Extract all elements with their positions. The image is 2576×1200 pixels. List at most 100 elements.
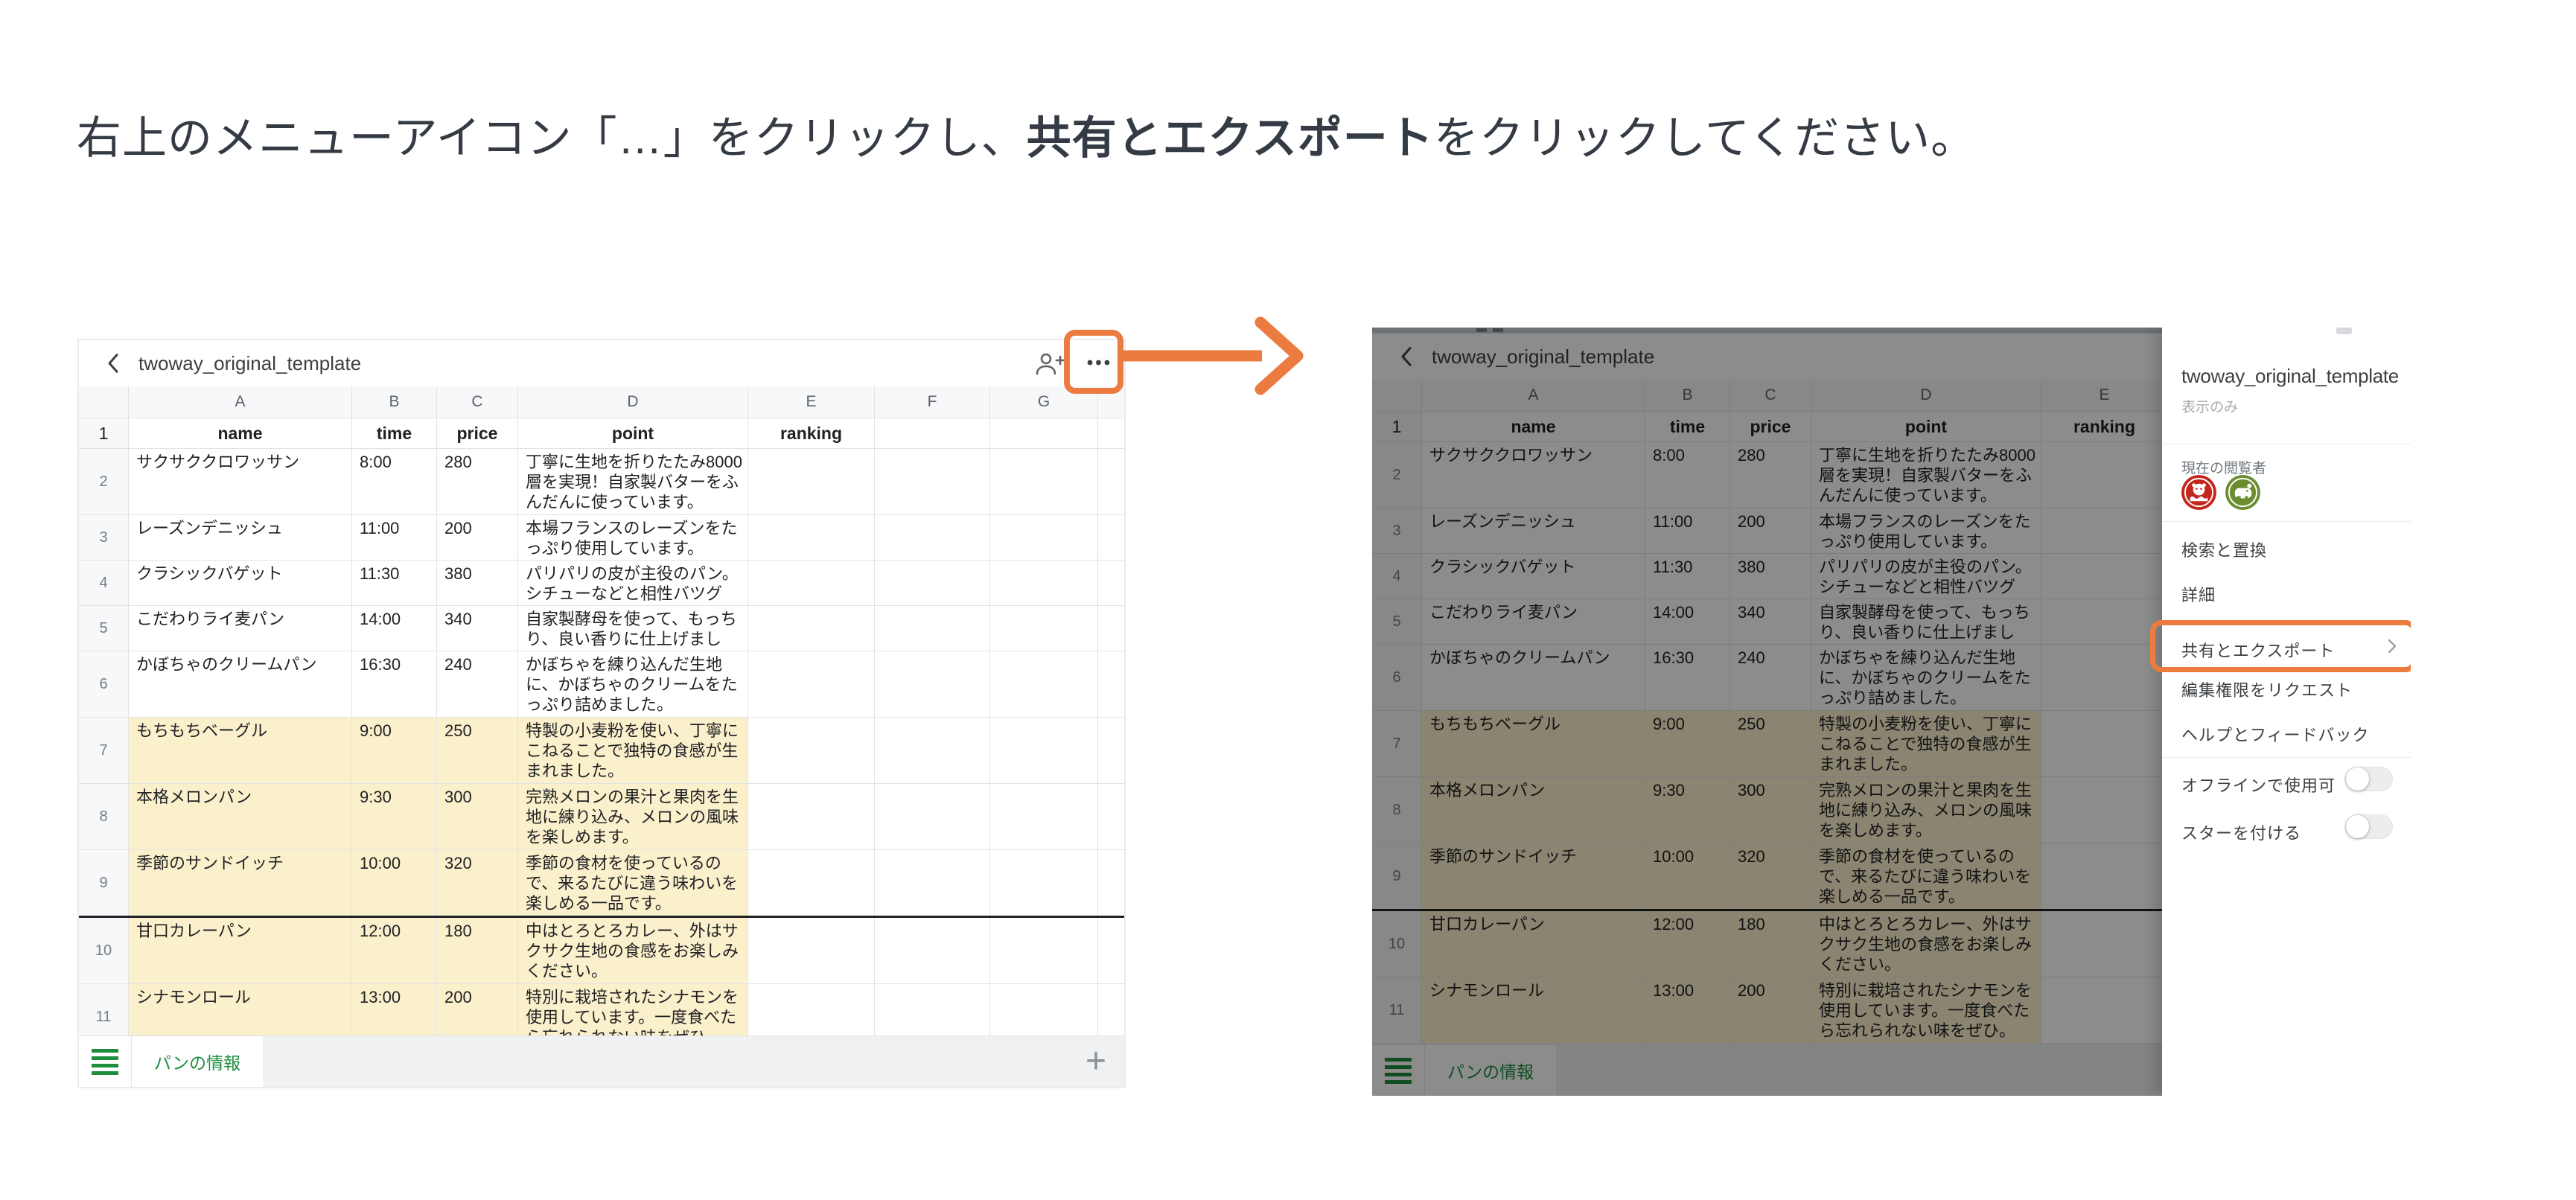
row-number[interactable]: 6 xyxy=(79,651,129,717)
cell-point[interactable]: 季節の食材を使っているので、来るたびに違う味わいを楽しめる一品です。 xyxy=(518,850,748,916)
menu-item-find-replace[interactable]: 検索と置換 xyxy=(2181,537,2267,561)
row-number[interactable]: 7 xyxy=(79,718,129,783)
cell-price[interactable]: 300 xyxy=(437,784,518,849)
menu-item-share-export[interactable]: 共有とエクスポート xyxy=(2181,638,2335,662)
cell[interactable] xyxy=(875,449,990,514)
row-number[interactable]: 3 xyxy=(79,515,129,560)
cell-point[interactable]: 本場フランスのレーズンをたっぷり使用しています。 xyxy=(518,515,748,560)
cell-point[interactable]: 丁寧に生地を折りたたみ8000層を実現！自家製バターをふんだんに使っています。 xyxy=(518,449,748,514)
back-button[interactable] xyxy=(98,348,128,378)
column-header-E[interactable]: E xyxy=(748,386,875,418)
field-header-cell[interactable]: name xyxy=(129,418,352,448)
cell-ranking[interactable] xyxy=(748,918,875,983)
cell-price[interactable]: 340 xyxy=(437,606,518,651)
field-header-cell[interactable]: point xyxy=(518,418,748,448)
cell-name[interactable]: もちもちベーグル xyxy=(129,718,352,783)
cell-price[interactable]: 180 xyxy=(437,918,518,983)
cell[interactable] xyxy=(875,418,990,448)
cell-time[interactable]: 9:00 xyxy=(352,718,437,783)
field-header-cell[interactable]: ranking xyxy=(748,418,875,448)
cell[interactable] xyxy=(875,850,990,916)
field-header-cell[interactable]: time xyxy=(352,418,437,448)
cell-name[interactable]: 甘口カレーパン xyxy=(129,918,352,983)
cell[interactable] xyxy=(990,718,1098,783)
column-header-F[interactable]: F xyxy=(875,386,990,418)
cell-point[interactable]: 中はとろとろカレー、外はサクサク生地の食感をお楽しみください。 xyxy=(518,918,748,983)
cell[interactable] xyxy=(990,918,1098,983)
cell[interactable] xyxy=(990,449,1098,514)
cell[interactable] xyxy=(990,515,1098,560)
offline-toggle[interactable] xyxy=(2345,767,2393,791)
menu-item-details[interactable]: 詳細 xyxy=(2181,582,2216,606)
cell-price[interactable]: 240 xyxy=(437,651,518,717)
add-sheet-button[interactable]: + xyxy=(1085,1044,1106,1079)
cell[interactable] xyxy=(990,418,1098,448)
cell-ranking[interactable] xyxy=(748,449,875,514)
cell-point[interactable]: 完熟メロンの果汁と果肉を生地に練り込み、メロンの風味を楽しめます。 xyxy=(518,784,748,849)
cell-name[interactable]: サクサククロワッサン xyxy=(129,449,352,514)
cell[interactable] xyxy=(875,561,990,605)
column-header-D[interactable]: D xyxy=(518,386,748,418)
cell-time[interactable]: 14:00 xyxy=(352,606,437,651)
cell[interactable] xyxy=(875,651,990,717)
cell[interactable] xyxy=(875,606,990,651)
cell-point[interactable]: パリパリの皮が主役のパン。シチューなどと相性バツグン。 xyxy=(518,561,748,605)
cell-time[interactable]: 11:00 xyxy=(352,515,437,560)
cell[interactable] xyxy=(875,918,990,983)
cell-ranking[interactable] xyxy=(748,718,875,783)
row-number[interactable]: 1 xyxy=(79,418,129,448)
cell-ranking[interactable] xyxy=(748,651,875,717)
cell-time[interactable]: 9:30 xyxy=(352,784,437,849)
cell-time[interactable]: 16:30 xyxy=(352,651,437,717)
cell-time[interactable]: 12:00 xyxy=(352,918,437,983)
sheets-menu-button[interactable] xyxy=(79,1036,132,1087)
cell-name[interactable]: かぼちゃのクリームパン xyxy=(129,651,352,717)
cell-price[interactable]: 380 xyxy=(437,561,518,605)
row-number[interactable]: 8 xyxy=(79,784,129,849)
cell-time[interactable]: 11:30 xyxy=(352,561,437,605)
cell-ranking[interactable] xyxy=(748,561,875,605)
arrow-right-annotation xyxy=(1120,316,1304,395)
cell[interactable] xyxy=(990,850,1098,916)
cell-ranking[interactable] xyxy=(748,784,875,849)
cell-price[interactable]: 280 xyxy=(437,449,518,514)
cell-price[interactable]: 320 xyxy=(437,850,518,916)
cell-point[interactable]: 特製の小麦粉を使い、丁寧にこねることで独特の食感が生まれました。 xyxy=(518,718,748,783)
row-number[interactable]: 2 xyxy=(79,449,129,514)
cell-time[interactable]: 10:00 xyxy=(352,850,437,916)
column-header-C[interactable]: C xyxy=(437,386,518,418)
row-number[interactable]: 4 xyxy=(79,561,129,605)
cell-name[interactable]: こだわりライ麦パン xyxy=(129,606,352,651)
cell[interactable] xyxy=(875,784,990,849)
cell[interactable] xyxy=(875,718,990,783)
cell-name[interactable]: レーズンデニッシュ xyxy=(129,515,352,560)
cell-price[interactable]: 250 xyxy=(437,718,518,783)
cell[interactable] xyxy=(990,784,1098,849)
corner-cell[interactable] xyxy=(79,386,129,418)
row-number[interactable]: 9 xyxy=(79,850,129,916)
cell-ranking[interactable] xyxy=(748,850,875,916)
row-number[interactable]: 10 xyxy=(79,918,129,983)
column-header-A[interactable]: A xyxy=(129,386,352,418)
cell-price[interactable]: 200 xyxy=(437,515,518,560)
cell[interactable] xyxy=(990,651,1098,717)
cell[interactable] xyxy=(990,606,1098,651)
sheet-tab[interactable]: パンの情報 xyxy=(132,1036,264,1087)
cell[interactable] xyxy=(875,515,990,560)
field-header-cell[interactable]: price xyxy=(437,418,518,448)
screenshot-before: twoway_original_template ••• A B C D E F G 1 nam… xyxy=(79,330,1124,1087)
cell-ranking[interactable] xyxy=(748,515,875,560)
cell-point[interactable]: 自家製酵母を使って、もっちり、良い香りに仕上げました。 xyxy=(518,606,748,651)
column-header-B[interactable]: B xyxy=(352,386,437,418)
menu-item-request-edit[interactable]: 編集権限をリクエスト xyxy=(2181,677,2353,701)
cell-name[interactable]: 本格メロンパン xyxy=(129,784,352,849)
star-toggle[interactable] xyxy=(2345,814,2393,839)
cell[interactable] xyxy=(990,561,1098,605)
cell-time[interactable]: 8:00 xyxy=(352,449,437,514)
row-number[interactable]: 5 xyxy=(79,606,129,651)
cell-name[interactable]: 季節のサンドイッチ xyxy=(129,850,352,916)
cell-point[interactable]: かぼちゃを練り込んだ生地に、かぼちゃのクリームをたっぷり詰めました。 xyxy=(518,651,748,717)
cell-ranking[interactable] xyxy=(748,606,875,651)
menu-item-help-feedback[interactable]: ヘルプとフィードバック xyxy=(2181,722,2370,746)
cell-name[interactable]: クラシックバゲット xyxy=(129,561,352,605)
